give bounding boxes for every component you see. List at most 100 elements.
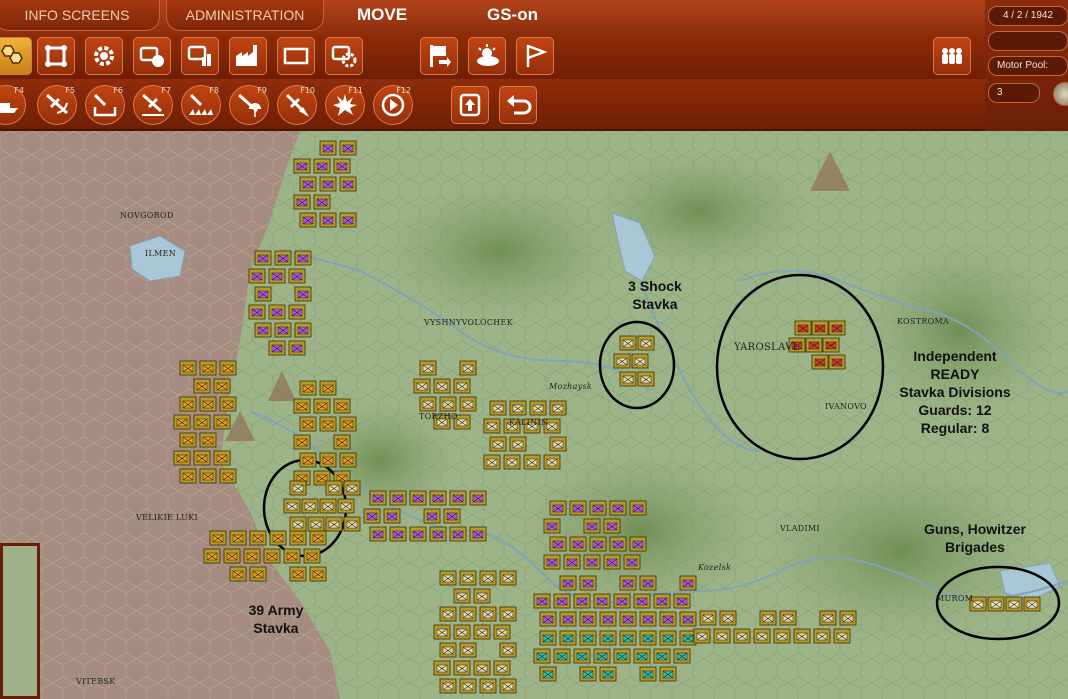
unit-counter[interactable] [619, 575, 637, 591]
unit-counter[interactable] [243, 548, 261, 564]
unit-counter[interactable] [733, 628, 751, 644]
rectangle-button[interactable] [277, 37, 315, 75]
unit-counter[interactable] [479, 570, 497, 586]
unit-symbol-button[interactable] [37, 37, 75, 75]
unit-counter[interactable] [299, 452, 317, 468]
target-gear-button[interactable] [325, 37, 363, 75]
unit-counter[interactable] [453, 624, 471, 640]
unit-counter[interactable] [553, 648, 571, 664]
unit-counter[interactable] [369, 526, 387, 542]
unit-counter[interactable] [199, 468, 217, 484]
unit-counter[interactable] [409, 490, 427, 506]
unit-counter[interactable] [293, 398, 311, 414]
unit-counter[interactable] [549, 436, 567, 452]
unit-counter[interactable] [659, 611, 677, 627]
unit-counter[interactable] [693, 628, 711, 644]
shape-node-button[interactable] [133, 37, 171, 75]
unit-counter[interactable] [213, 450, 231, 466]
unit-counter[interactable] [429, 490, 447, 506]
unit-counter[interactable] [213, 414, 231, 430]
unit-counter[interactable] [433, 660, 451, 676]
unit-counter[interactable] [583, 518, 601, 534]
unit-counter[interactable] [313, 398, 331, 414]
unit-counter[interactable] [423, 508, 441, 524]
settings-button[interactable] [85, 37, 123, 75]
unit-counter[interactable] [539, 611, 557, 627]
unit-counter[interactable] [549, 536, 567, 552]
unit-counter[interactable] [193, 378, 211, 394]
unit-counter[interactable] [319, 498, 337, 514]
unit-counter[interactable] [543, 518, 561, 534]
unit-counter[interactable] [249, 530, 267, 546]
hex-stack-button[interactable] [0, 37, 32, 75]
unit-counter[interactable] [325, 480, 343, 496]
unit-counter[interactable] [653, 593, 671, 609]
unit-counter[interactable] [439, 606, 457, 622]
unit-counter[interactable] [268, 268, 286, 284]
unit-counter[interactable] [248, 268, 266, 284]
unit-counter[interactable] [599, 666, 617, 682]
unit-counter[interactable] [337, 498, 355, 514]
unit-counter[interactable] [309, 566, 327, 582]
unit-counter[interactable] [589, 536, 607, 552]
unit-counter[interactable] [339, 176, 357, 192]
unit-counter[interactable] [559, 630, 577, 646]
unit-counter[interactable] [573, 648, 591, 664]
unit-counter[interactable] [499, 570, 517, 586]
unit-counter[interactable] [223, 548, 241, 564]
game-map[interactable]: NOVGOROD ILMEN VYSHNYVOLOCHEK TORZHO KAL… [0, 131, 1068, 699]
unit-counter[interactable] [254, 250, 272, 266]
unit-counter[interactable] [639, 611, 657, 627]
unit-counter[interactable] [579, 666, 597, 682]
unit-counter[interactable] [299, 416, 317, 432]
unit-counter[interactable] [499, 606, 517, 622]
unit-counter[interactable] [301, 498, 319, 514]
unit-counter[interactable] [319, 380, 337, 396]
unit-counter[interactable] [539, 666, 557, 682]
unit-counter[interactable] [429, 526, 447, 542]
unit-counter[interactable] [219, 396, 237, 412]
unit-counter[interactable] [299, 212, 317, 228]
unit-counter[interactable] [794, 320, 812, 336]
unit-counter[interactable] [679, 630, 697, 646]
unit-counter[interactable] [303, 548, 321, 564]
unit-counter[interactable] [274, 250, 292, 266]
tab-info-screens[interactable]: INFO SCREENS [0, 0, 160, 31]
unit-counter[interactable] [449, 526, 467, 542]
unit-counter[interactable] [509, 400, 527, 416]
unit-counter[interactable] [1005, 596, 1023, 612]
bomber-button[interactable]: F6 [85, 85, 125, 125]
unit-counter[interactable] [493, 624, 511, 640]
unit-counter[interactable] [603, 518, 621, 534]
unit-counter[interactable] [839, 610, 857, 626]
unit-counter[interactable] [805, 337, 823, 353]
unit-counter[interactable] [533, 593, 551, 609]
unit-counter[interactable] [289, 530, 307, 546]
unit-counter[interactable] [828, 320, 846, 336]
unit-counter[interactable] [509, 436, 527, 452]
unit-counter[interactable] [325, 516, 343, 532]
unit-counter[interactable] [523, 454, 541, 470]
unit-counter[interactable] [213, 378, 231, 394]
unit-counter[interactable] [489, 436, 507, 452]
unit-counter[interactable] [639, 575, 657, 591]
unit-counter[interactable] [293, 158, 311, 174]
unit-counter[interactable] [499, 678, 517, 694]
unit-counter[interactable] [639, 666, 657, 682]
unit-counter[interactable] [389, 490, 407, 506]
unit-counter[interactable] [363, 508, 381, 524]
recon-button[interactable]: F8 [181, 85, 221, 125]
unit-counter[interactable] [459, 570, 477, 586]
unit-counter[interactable] [313, 158, 331, 174]
unit-counter[interactable] [609, 500, 627, 516]
unit-counter[interactable] [333, 158, 351, 174]
unit-counter[interactable] [473, 588, 491, 604]
unit-counter[interactable] [793, 628, 811, 644]
unit-counter[interactable] [219, 468, 237, 484]
unit-counter[interactable] [469, 526, 487, 542]
explosion-button[interactable]: F11 [325, 85, 365, 125]
unit-counter[interactable] [637, 335, 655, 351]
unit-counter[interactable] [559, 611, 577, 627]
pennant-button[interactable] [516, 37, 554, 75]
unit-counter[interactable] [413, 378, 431, 394]
